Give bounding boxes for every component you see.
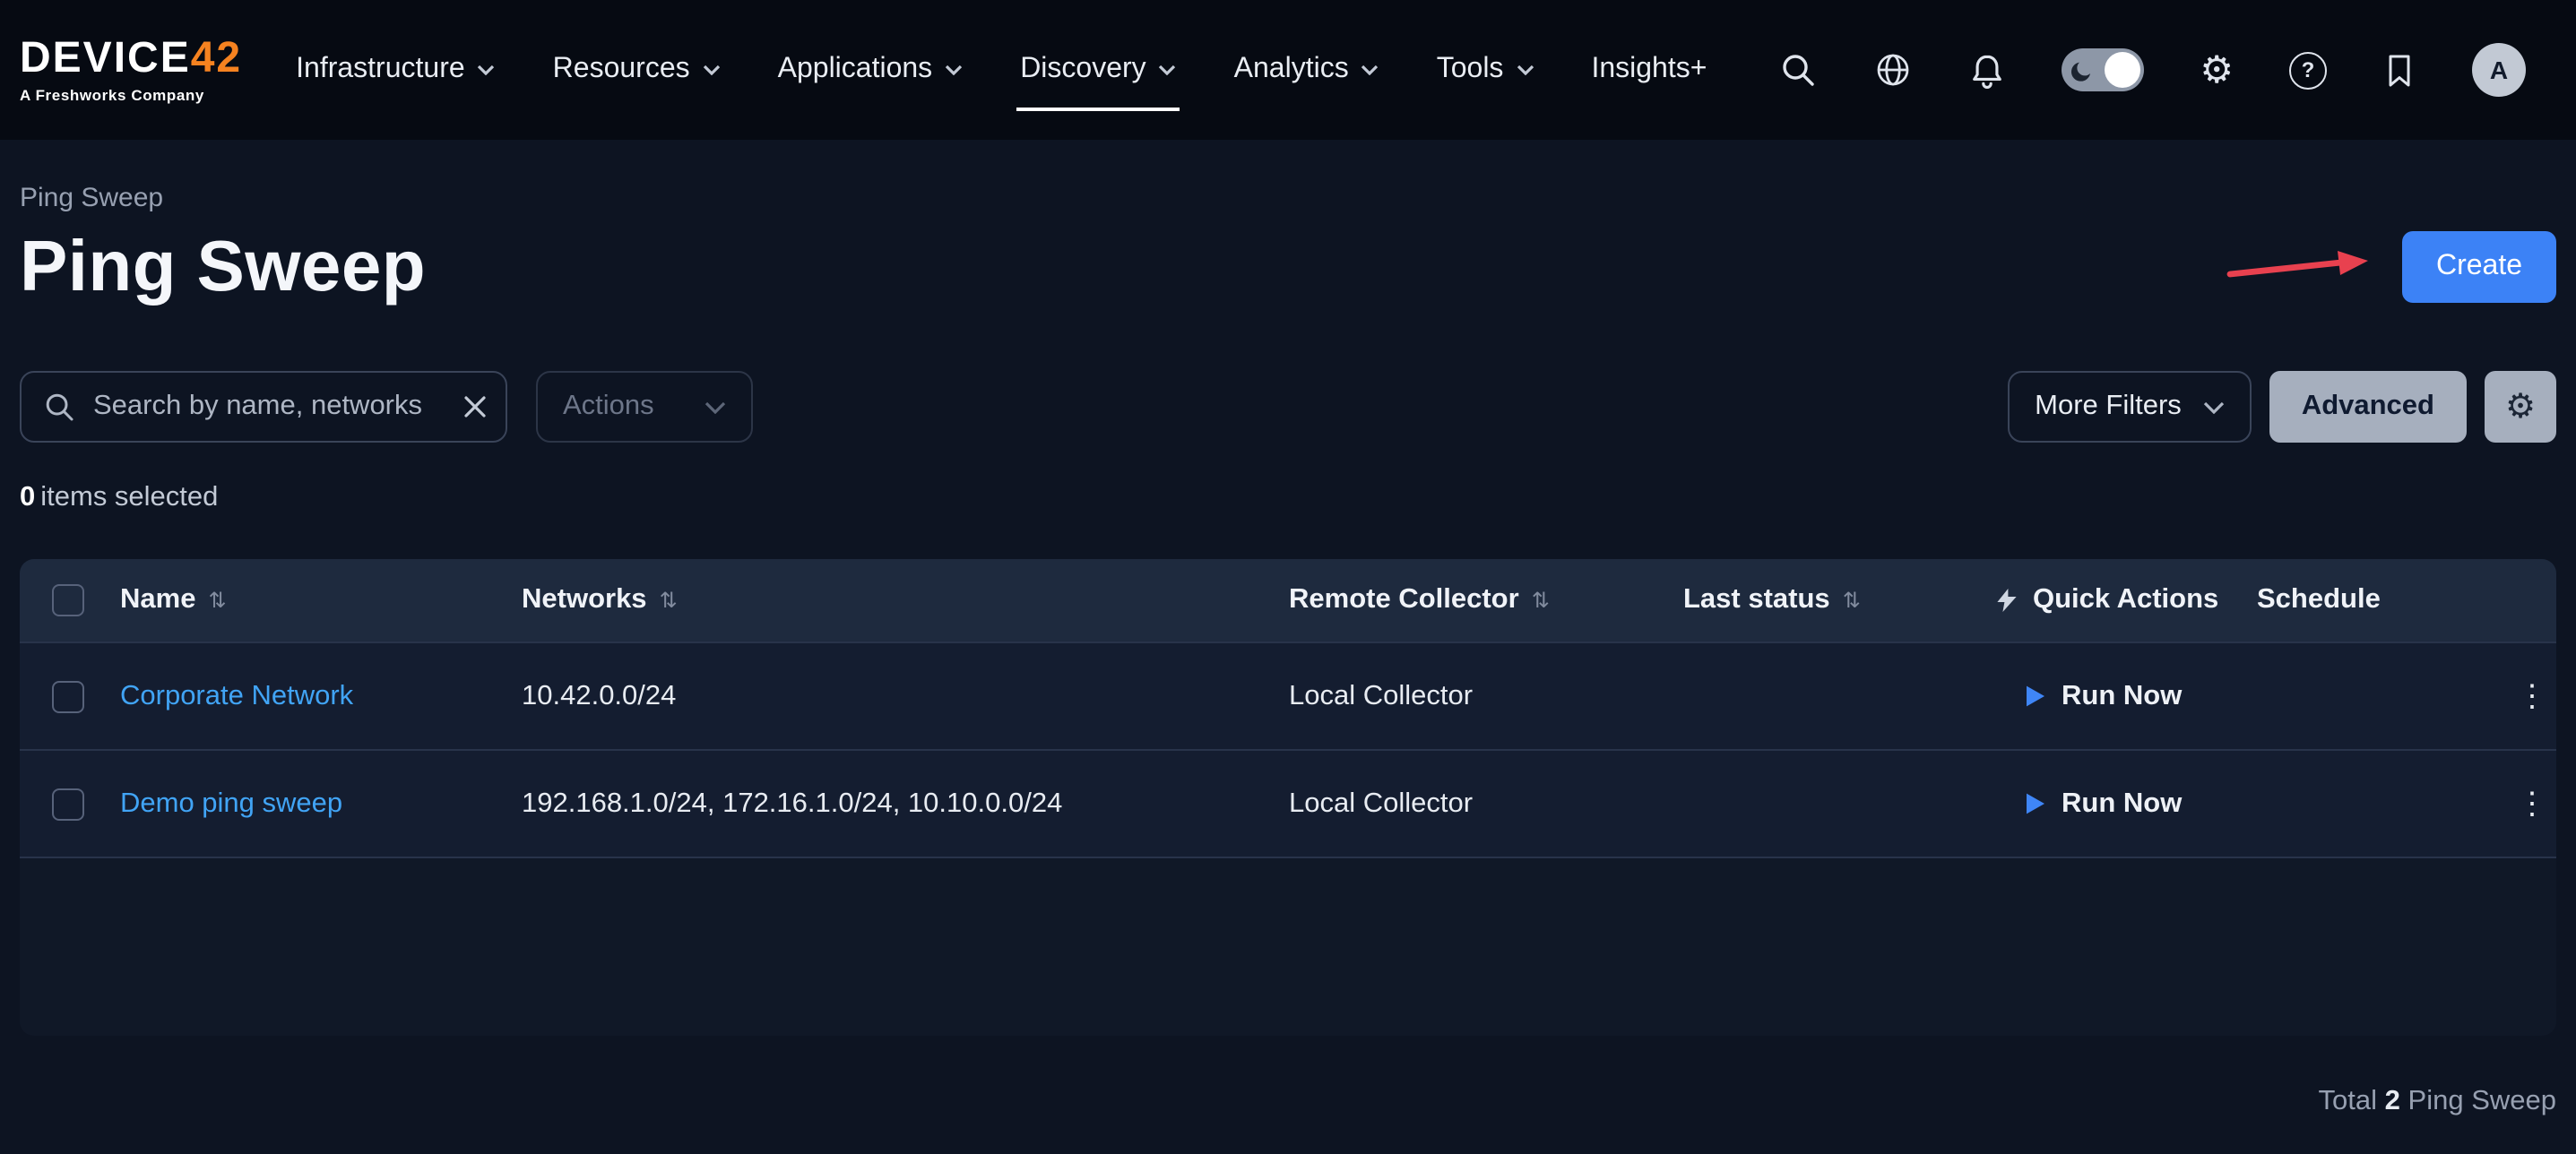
play-icon xyxy=(2026,685,2045,708)
table-row: Corporate Network 10.42.0.0/24 Local Col… xyxy=(20,642,2556,749)
moon-icon xyxy=(2070,57,2096,82)
clear-search-icon[interactable] xyxy=(462,394,488,419)
user-avatar[interactable]: A xyxy=(2472,43,2526,97)
nav-item-analytics[interactable]: Analytics xyxy=(1234,43,1379,97)
navbar-actions: ⚙ ? A xyxy=(1778,43,2526,97)
table-total: Total 2 Ping Sweep xyxy=(20,1086,2556,1118)
device42-logo[interactable]: DEVICE42 A Freshworks Company xyxy=(20,38,242,103)
actions-dropdown[interactable]: Actions xyxy=(536,371,753,443)
app-viewport: DEVICE42 A Freshworks Company Infrastruc… xyxy=(0,0,2576,1154)
settings-gear-icon[interactable]: ⚙ xyxy=(2200,51,2234,89)
nav-item-resources[interactable]: Resources xyxy=(553,43,721,97)
sort-icon[interactable]: ⇅ xyxy=(208,588,226,613)
title-row: Ping Sweep Create xyxy=(20,224,2556,310)
sort-icon[interactable]: ⇅ xyxy=(1843,588,1861,613)
row-checkbox[interactable] xyxy=(52,788,84,820)
title-actions: Create xyxy=(2226,231,2556,303)
filter-right-group: More Filters Advanced ⚙ xyxy=(2008,371,2556,443)
chevron-down-icon xyxy=(703,65,721,75)
help-icon[interactable]: ? xyxy=(2289,51,2327,89)
nav-item-tools[interactable]: Tools xyxy=(1437,43,1534,97)
nav-label: Analytics xyxy=(1234,54,1349,86)
run-now-action[interactable]: Run Now xyxy=(1977,680,2257,712)
nav-label: Discovery xyxy=(1020,54,1145,86)
logo-number: 42 xyxy=(191,34,242,82)
annotation-arrow xyxy=(2226,247,2373,287)
nav-item-discovery[interactable]: Discovery xyxy=(1020,43,1176,97)
logo-text: DEVICE42 xyxy=(20,38,242,81)
top-navbar: DEVICE42 A Freshworks Company Infrastruc… xyxy=(0,0,2576,140)
chevron-down-icon xyxy=(2203,400,2225,413)
lightning-icon xyxy=(1995,588,2018,613)
search-icon[interactable] xyxy=(1778,50,1818,90)
nav-label: Insights+ xyxy=(1591,54,1707,86)
chevron-down-icon xyxy=(945,65,963,75)
toggle-knob xyxy=(2105,52,2140,88)
sort-icon[interactable]: ⇅ xyxy=(1532,588,1550,613)
column-header-last-status[interactable]: Last status ⇅ xyxy=(1683,584,1977,616)
page-title: Ping Sweep xyxy=(20,224,426,310)
row-networks: 10.42.0.0/24 xyxy=(522,680,1289,712)
nav-label: Applications xyxy=(778,54,933,86)
chevron-down-icon xyxy=(1516,65,1534,75)
ping-sweep-table: Name ⇅ Networks ⇅ Remote Collector ⇅ Las… xyxy=(20,559,2556,1036)
chevron-down-icon xyxy=(705,400,726,413)
selection-summary: 0items selected xyxy=(20,482,2556,514)
table-row: Demo ping sweep 192.168.1.0/24, 172.16.1… xyxy=(20,749,2556,857)
run-now-action[interactable]: Run Now xyxy=(1977,788,2257,820)
search-input[interactable] xyxy=(90,389,448,425)
column-header-remote-collector[interactable]: Remote Collector ⇅ xyxy=(1289,584,1683,616)
create-button[interactable]: Create xyxy=(2402,231,2556,303)
row-menu-icon[interactable]: ⋮ xyxy=(2510,781,2554,826)
table-settings-button[interactable]: ⚙ xyxy=(2485,371,2556,443)
row-networks: 192.168.1.0/24, 172.16.1.0/24, 10.10.0.0… xyxy=(522,788,1289,820)
filter-row: Actions More Filters Advanced ⚙ xyxy=(20,371,2556,443)
more-filters-button[interactable]: More Filters xyxy=(2008,371,2252,443)
row-remote-collector: Local Collector xyxy=(1289,680,1683,712)
chevron-down-icon xyxy=(1361,65,1379,75)
search-icon xyxy=(43,391,75,423)
sort-icon[interactable]: ⇅ xyxy=(660,588,678,613)
column-header-schedule: Schedule xyxy=(2257,584,2508,616)
row-checkbox[interactable] xyxy=(52,680,84,712)
nav-item-applications[interactable]: Applications xyxy=(778,43,964,97)
globe-icon[interactable] xyxy=(1873,50,1913,90)
advanced-button[interactable]: Advanced xyxy=(2269,371,2467,443)
row-menu-icon[interactable]: ⋮ xyxy=(2510,674,2554,719)
chevron-down-icon xyxy=(1159,65,1177,75)
logo-subtitle: A Freshworks Company xyxy=(20,88,242,103)
theme-toggle[interactable] xyxy=(2062,48,2144,91)
main-nav: Infrastructure Resources Applications Di… xyxy=(296,0,1707,140)
row-remote-collector: Local Collector xyxy=(1289,788,1683,820)
selected-label: items selected xyxy=(40,482,218,512)
play-icon xyxy=(2026,792,2045,815)
table-empty-area xyxy=(20,857,2556,1036)
nav-label: Tools xyxy=(1437,54,1504,86)
row-name-link[interactable]: Corporate Network xyxy=(120,680,353,710)
nav-item-insights-plus[interactable]: Insights+ xyxy=(1591,43,1707,97)
logo-word: DEVICE xyxy=(20,34,191,82)
nav-item-infrastructure[interactable]: Infrastructure xyxy=(296,43,496,97)
breadcrumb: Ping Sweep xyxy=(20,183,2556,213)
row-name-link[interactable]: Demo ping sweep xyxy=(120,788,342,818)
gear-icon: ⚙ xyxy=(2505,390,2536,424)
selected-count: 0 xyxy=(20,482,35,512)
notifications-bell-icon[interactable] xyxy=(1968,51,2006,89)
nav-label: Resources xyxy=(553,54,690,86)
select-all-checkbox[interactable] xyxy=(52,584,84,616)
column-header-networks[interactable]: Networks ⇅ xyxy=(522,584,1289,616)
table-header-row: Name ⇅ Networks ⇅ Remote Collector ⇅ Las… xyxy=(20,559,2556,642)
total-count: 2 xyxy=(2385,1086,2400,1116)
column-header-name[interactable]: Name ⇅ xyxy=(120,584,522,616)
chevron-down-icon xyxy=(478,65,496,75)
search-box xyxy=(20,371,507,443)
bookmark-icon[interactable] xyxy=(2382,51,2416,89)
main-content: Ping Sweep Ping Sweep Create Actions xyxy=(0,183,2576,1118)
column-header-quick-actions: Quick Actions xyxy=(1977,584,2257,616)
nav-label: Infrastructure xyxy=(296,54,465,86)
